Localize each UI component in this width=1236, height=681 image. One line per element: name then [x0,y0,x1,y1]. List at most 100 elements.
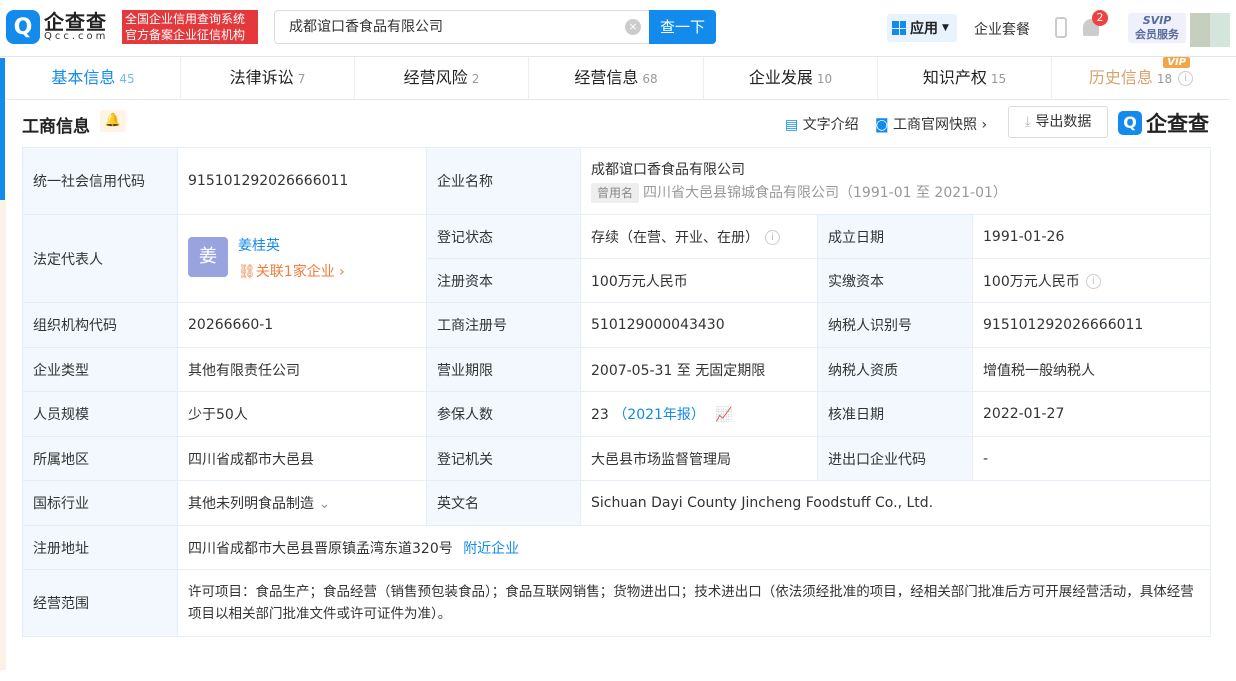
label: 英文名 [426,480,581,526]
qcc-logo[interactable]: Q 企查查 Qcc.com [6,10,108,44]
approve-date: 2022-01-27 [971,391,1212,437]
info-icon[interactable]: i [1085,274,1101,289]
tax-id: 915101292026666011 [971,302,1212,348]
tab-ip[interactable]: 知识产权 15 [878,57,1052,99]
label: 所属地区 [22,436,178,481]
company-type: 其他有限责任公司 [177,347,427,392]
label: 企业名称 [426,147,581,215]
tab-risk[interactable]: 经营风险 2 [355,57,529,99]
svip-label: SVIP [1142,14,1172,27]
search-value: 成都谊口香食品有限公司 [289,19,443,35]
top-header: Q 企查查 Qcc.com 全国企业信用查询系统 官方备案企业征信机构 成都谊口香食… [0,0,1236,57]
slogan-badge: 全国企业信用查询系统 官方备案企业征信机构 [122,10,258,44]
section-title: 工商信息 [22,117,90,137]
paid-capital: 100万元人民币 [983,273,1080,290]
tab-count: 2 [471,72,480,86]
search-input[interactable]: 成都谊口香食品有限公司 × [274,10,650,44]
label: 进出口企业代码 [817,436,973,481]
label: 组织机构代码 [22,302,178,348]
clear-icon[interactable]: × [625,19,641,35]
status: 存续（在营、开业、在册） [591,229,759,246]
label: 登记机关 [426,436,581,481]
caret-down-icon: ▼ [942,23,949,33]
authority: 大邑县市场监督管理局 [580,436,818,481]
tab-bar: 基本信息 45 法律诉讼 7 经营风险 2 经营信息 68 企业发展 10 知识产权 15 … [6,57,1230,100]
legal-rep-cell: 姜姜桂英 ⛓关联1家企业 › [177,214,427,303]
user-avatar[interactable] [1190,13,1230,47]
text-intro-link[interactable]: ▤ 文字介绍 [785,114,859,134]
label: 企业类型 [22,347,178,392]
tab-history[interactable]: VIP 历史信息 18 i [1052,57,1230,99]
business-info-table: 统一社会信用代码 915101292026666011 企业名称 成都谊口香食品… [22,147,1212,637]
tax-qualification: 增值税一般纳税人 [971,347,1212,392]
document-icon: ▤ [785,117,799,133]
svip-button[interactable]: SVIP 会员服务 [1128,13,1186,43]
label: 工商注册号 [426,302,581,348]
package-link[interactable]: 企业套餐 [974,19,1030,39]
tab-label: 知识产权 [922,68,987,87]
label: 核准日期 [817,391,973,437]
slogan-line: 全国企业信用查询系统 [125,12,246,26]
export-label: 导出数据 [1035,114,1092,130]
side-panel [0,200,6,670]
label: 人员规模 [22,391,178,437]
region: 四川省成都市大邑县 [177,436,427,481]
tab-basic-info[interactable]: 基本信息 45 [6,57,181,99]
label: 实缴资本 [817,258,973,303]
info-icon[interactable]: i [1178,71,1194,86]
staff-size: 少于50人 [177,391,427,437]
label: 经营范围 [22,569,178,637]
phone-icon[interactable] [1055,17,1067,38]
tab-label: 经营风险 [403,68,468,87]
snapshot-label: 工商官网快照 [893,117,978,133]
slogan-line: 官方备案企业征信机构 [125,28,246,42]
tab-count: 15 [990,72,1007,86]
logo-text: 企查查 [44,10,107,34]
apps-icon [892,21,906,35]
status-cell: 存续（在营、开业、在册） i [580,214,818,259]
label: 纳税人识别号 [817,302,973,348]
tab-label: 历史信息 [1088,68,1153,87]
monitor-bell-icon[interactable]: 🔔 [100,110,126,132]
label: 参保人数 [426,391,581,437]
company-name: 成都谊口香食品有限公司 [591,162,745,178]
vip-badge: VIP [1163,57,1190,68]
org-code: 20266660-1 [177,302,427,348]
annual-report-link[interactable]: （2021年报） [613,407,705,423]
snapshot-link[interactable]: ◙ 工商官网快照 › [875,114,987,134]
insured-cell: 23 （2021年报） 📈 [580,391,818,437]
address-cell: 四川省成都市大邑县晋原镇孟湾东道320号 附近企业 [176,525,1212,570]
tab-operation[interactable]: 经营信息 68 [529,57,704,99]
search-button[interactable]: 查一下 [649,10,716,44]
legal-rep-avatar: 姜 [188,236,228,277]
app-menu-button[interactable]: 应用 ▼ [887,14,957,42]
label: 法定代表人 [22,214,178,303]
reg-capital: 100万元人民币 [580,258,818,303]
logo-domain: Qcc.com [44,31,109,42]
label: 统一社会信用代码 [22,147,178,215]
tab-count: 7 [297,72,306,86]
export-button[interactable]: ⤓ 导出数据 [1008,106,1108,138]
tab-legal[interactable]: 法律诉讼 7 [181,57,355,99]
svip-sub: 会员服务 [1135,28,1179,41]
tab-label: 企业发展 [748,68,813,87]
network-icon: ⛓ [238,263,256,280]
trend-chart-icon[interactable]: 📈 [715,407,732,423]
industry-cell[interactable]: 其他未列明食品制造 ⌄ [177,480,427,526]
tab-label: 基本信息 [51,68,116,87]
brand-icon: Q [1118,111,1142,135]
info-icon[interactable]: i [765,230,780,245]
tab-count: 10 [816,72,833,86]
label: 纳税人资质 [817,347,973,392]
related-label: 关联1家企业 [255,263,335,280]
qcc-brand-logo: Q 企查查 [1118,108,1209,138]
nearby-companies-link[interactable]: 附近企业 [463,541,519,557]
paid-capital-cell: 100万元人民币 i [971,258,1212,303]
company-name-cell: 成都谊口香食品有限公司 曾用名 四川省大邑县锦城食品有限公司（1991-01 至 2… [579,147,1212,215]
address: 四川省成都市大邑县晋原镇孟湾东道320号 [188,540,453,557]
chevron-down-icon[interactable]: ⌄ [318,496,330,512]
tab-count: 45 [119,72,135,86]
credit-code: 915101292026666011 [177,147,427,215]
tab-development[interactable]: 企业发展 10 [704,57,878,99]
label: 登记状态 [426,214,581,259]
